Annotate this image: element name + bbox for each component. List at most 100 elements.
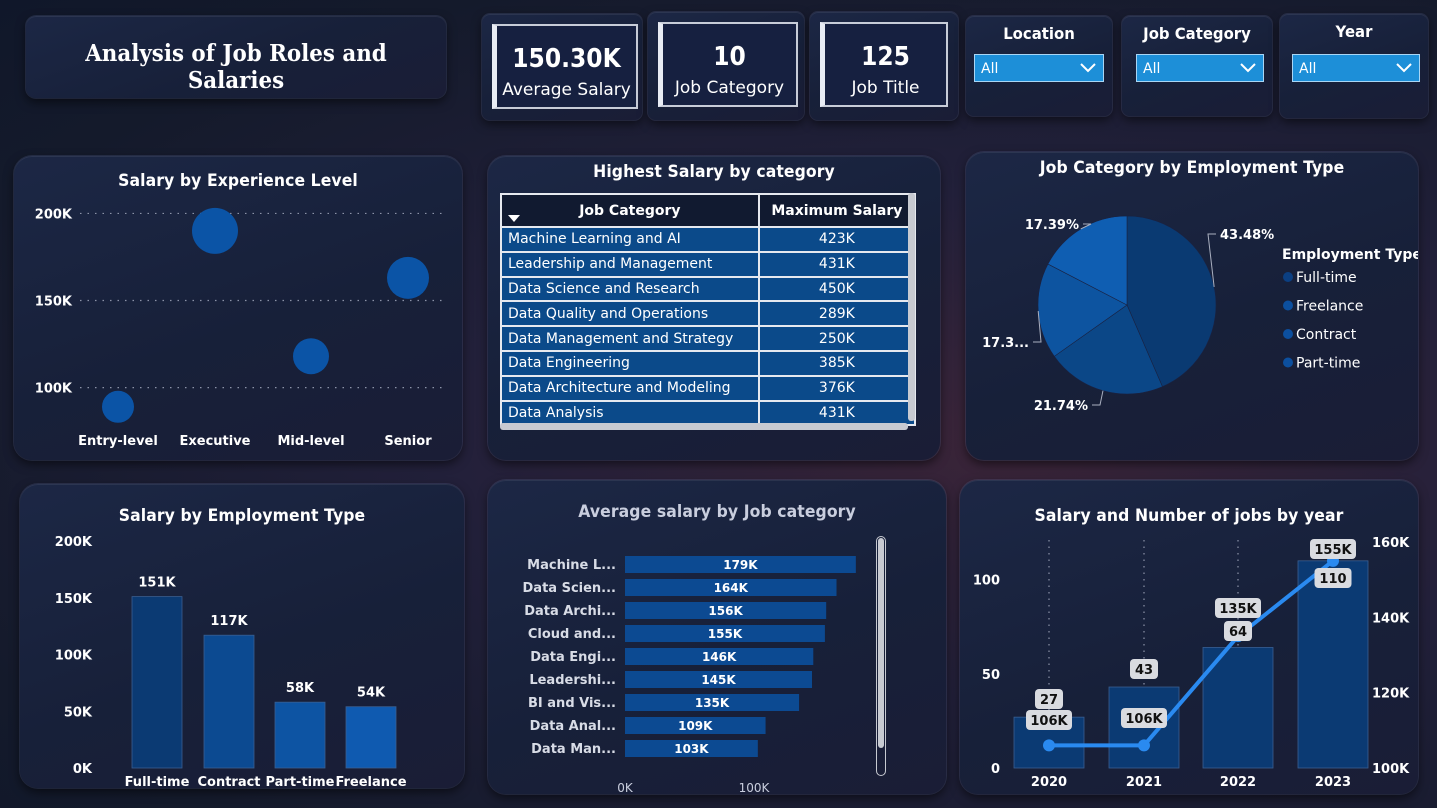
table-vertical-scrollbar[interactable] (908, 193, 915, 421)
cell-max-salary: 431K (757, 251, 917, 278)
cell-max-salary: 376K (757, 375, 917, 402)
line-data-label: 135K (1219, 602, 1257, 617)
kpi-job-category: 10 Job Category (658, 22, 798, 107)
cell-job-category: Leadership and Management (500, 251, 760, 278)
legend-marker (1283, 329, 1293, 339)
column-header-job-category[interactable]: Job Category (500, 193, 760, 228)
y-tick-label: 150K (55, 592, 93, 607)
pie-chart: 43.48% 21.74% 17.3... 17.39% Employment Type… (982, 215, 1418, 414)
legend-title: Employment Type (1282, 247, 1418, 263)
x-tick-label: 2021 (1126, 775, 1162, 790)
bar-data-label: 27 (1040, 693, 1058, 708)
location-dropdown[interactable]: All (974, 54, 1104, 82)
bar (203, 634, 255, 769)
leader-line (1092, 390, 1104, 406)
cell-max-salary: 385K (757, 350, 917, 377)
x-tick-label: Full-time (125, 775, 190, 788)
legend-label: Part-time (1296, 356, 1360, 372)
table-row[interactable]: Leadership and Management 431K (500, 251, 917, 278)
cell-max-salary: 423K (757, 227, 917, 253)
legend-marker (1283, 272, 1293, 282)
line-data-label: 106K (1030, 714, 1068, 729)
cell-job-category: Machine Learning and AI (500, 227, 760, 253)
job-category-dropdown[interactable]: All (1136, 54, 1264, 82)
table-row[interactable]: Data Engineering 385K (500, 350, 917, 377)
kpi-average-salary: 150.30K Average Salary (492, 24, 638, 109)
data-label: 17.3... (982, 336, 1029, 351)
experience-chart: 100K 150K 200K Entry-level Executive Mid-leve… (35, 207, 444, 449)
y-tick-label: Data Scien... (523, 581, 617, 596)
data-label: 145K (701, 673, 736, 687)
salary-table: Job Category Maximum Salary Machine Lear… (500, 193, 917, 427)
x-tick-label: Executive (179, 434, 250, 449)
employment-chart: 0K 50K 100K 150K 200K 151K Full-time 117K Contra… (55, 535, 407, 788)
kpi-label: Average Salary (502, 80, 631, 100)
x-tick-label: Freelance (335, 775, 406, 788)
kpi-job-title: 125 Job Title (820, 22, 948, 107)
chart-scrollbar-thumb[interactable] (878, 538, 884, 748)
table-row[interactable]: Data Science and Research 450K (500, 276, 917, 303)
page-title: Analysis of Job Roles and Salaries (85, 40, 387, 94)
table-row[interactable]: Data Analysis 431K (500, 400, 917, 427)
sort-desc-icon (508, 215, 520, 222)
chevron-down-icon (1240, 63, 1256, 73)
table-row[interactable]: Data Architecture and Modeling 376K (500, 375, 917, 402)
y-left-tick-label: 0 (991, 762, 1000, 777)
line-data-label: 155K (1314, 543, 1352, 558)
y-tick-label: 100K (35, 382, 73, 397)
kpi-label: Job Title (851, 78, 920, 98)
cell-job-category: Data Quality and Operations (500, 301, 760, 328)
y-right-tick-label: 120K (1372, 687, 1410, 702)
y-tick-label: Leadershi... (529, 673, 616, 688)
table-row[interactable]: Machine Learning and AI 423K (500, 227, 917, 253)
bar (345, 706, 397, 769)
title-panel: Analysis of Job Roles and Salaries (26, 16, 446, 98)
cell-max-salary: 250K (757, 326, 917, 352)
year-slicer: Year All (1280, 14, 1428, 118)
y-right-tick-label: 100K (1372, 762, 1410, 777)
legend-label: Full-time (1296, 270, 1357, 286)
x-tick-label: 0K (617, 781, 634, 794)
y-tick-label: Data Man... (531, 742, 616, 757)
table-row[interactable]: Data Quality and Operations 289K (500, 301, 917, 328)
slicer-title: Job Category (1143, 24, 1251, 43)
slicer-title: Location (1003, 24, 1075, 43)
bar (131, 596, 183, 769)
y-right-tick-label: 140K (1372, 611, 1410, 626)
data-label: 164K (714, 581, 749, 595)
data-label: 117K (210, 614, 248, 629)
x-tick-label: Mid-level (277, 434, 344, 449)
table-horizontal-scrollbar[interactable] (500, 423, 908, 430)
year-chart-panel: Salary and Number of jobs by year 0 50 100… (960, 480, 1418, 794)
bar-data-label: 64 (1229, 625, 1247, 640)
x-tick-label: 2023 (1315, 775, 1351, 790)
data-point (192, 207, 238, 254)
data-point (387, 256, 429, 299)
legend-marker (1283, 357, 1293, 368)
year-chart: 0 50 100 100K 120K 140K 160K 2020 2021 2022 2023 27… (973, 536, 1410, 790)
data-label: 58K (286, 681, 315, 696)
y-tick-label: BI and Vis... (528, 696, 616, 711)
kpi-value: 125 (861, 42, 910, 72)
category-chart-panel: Average salary by Job category 179K Machi… (488, 480, 946, 794)
data-label: 17.39% (1025, 218, 1079, 233)
line-point (1043, 739, 1055, 752)
data-label: 155K (708, 627, 743, 641)
year-dropdown[interactable]: All (1292, 54, 1420, 82)
bar (274, 701, 326, 769)
y-tick-label: 200K (55, 535, 93, 550)
bar-data-label: 43 (1135, 663, 1153, 678)
column-header-max-salary[interactable]: Maximum Salary (757, 193, 917, 228)
y-tick-label: Data Anal... (530, 719, 616, 734)
cell-max-salary: 289K (757, 301, 917, 328)
cell-job-category: Data Analysis (500, 400, 760, 427)
series-line (1049, 559, 1335, 748)
cell-job-category: Data Management and Strategy (500, 326, 760, 352)
table-row[interactable]: Data Management and Strategy 250K (500, 326, 917, 352)
y-tick-label: Data Archi... (524, 604, 616, 619)
cell-job-category: Data Engineering (500, 350, 760, 377)
y-tick-label: 50K (64, 705, 93, 720)
data-label: 146K (702, 650, 737, 664)
cell-max-salary: 431K (757, 400, 917, 427)
x-tick-label: 2022 (1220, 775, 1256, 790)
